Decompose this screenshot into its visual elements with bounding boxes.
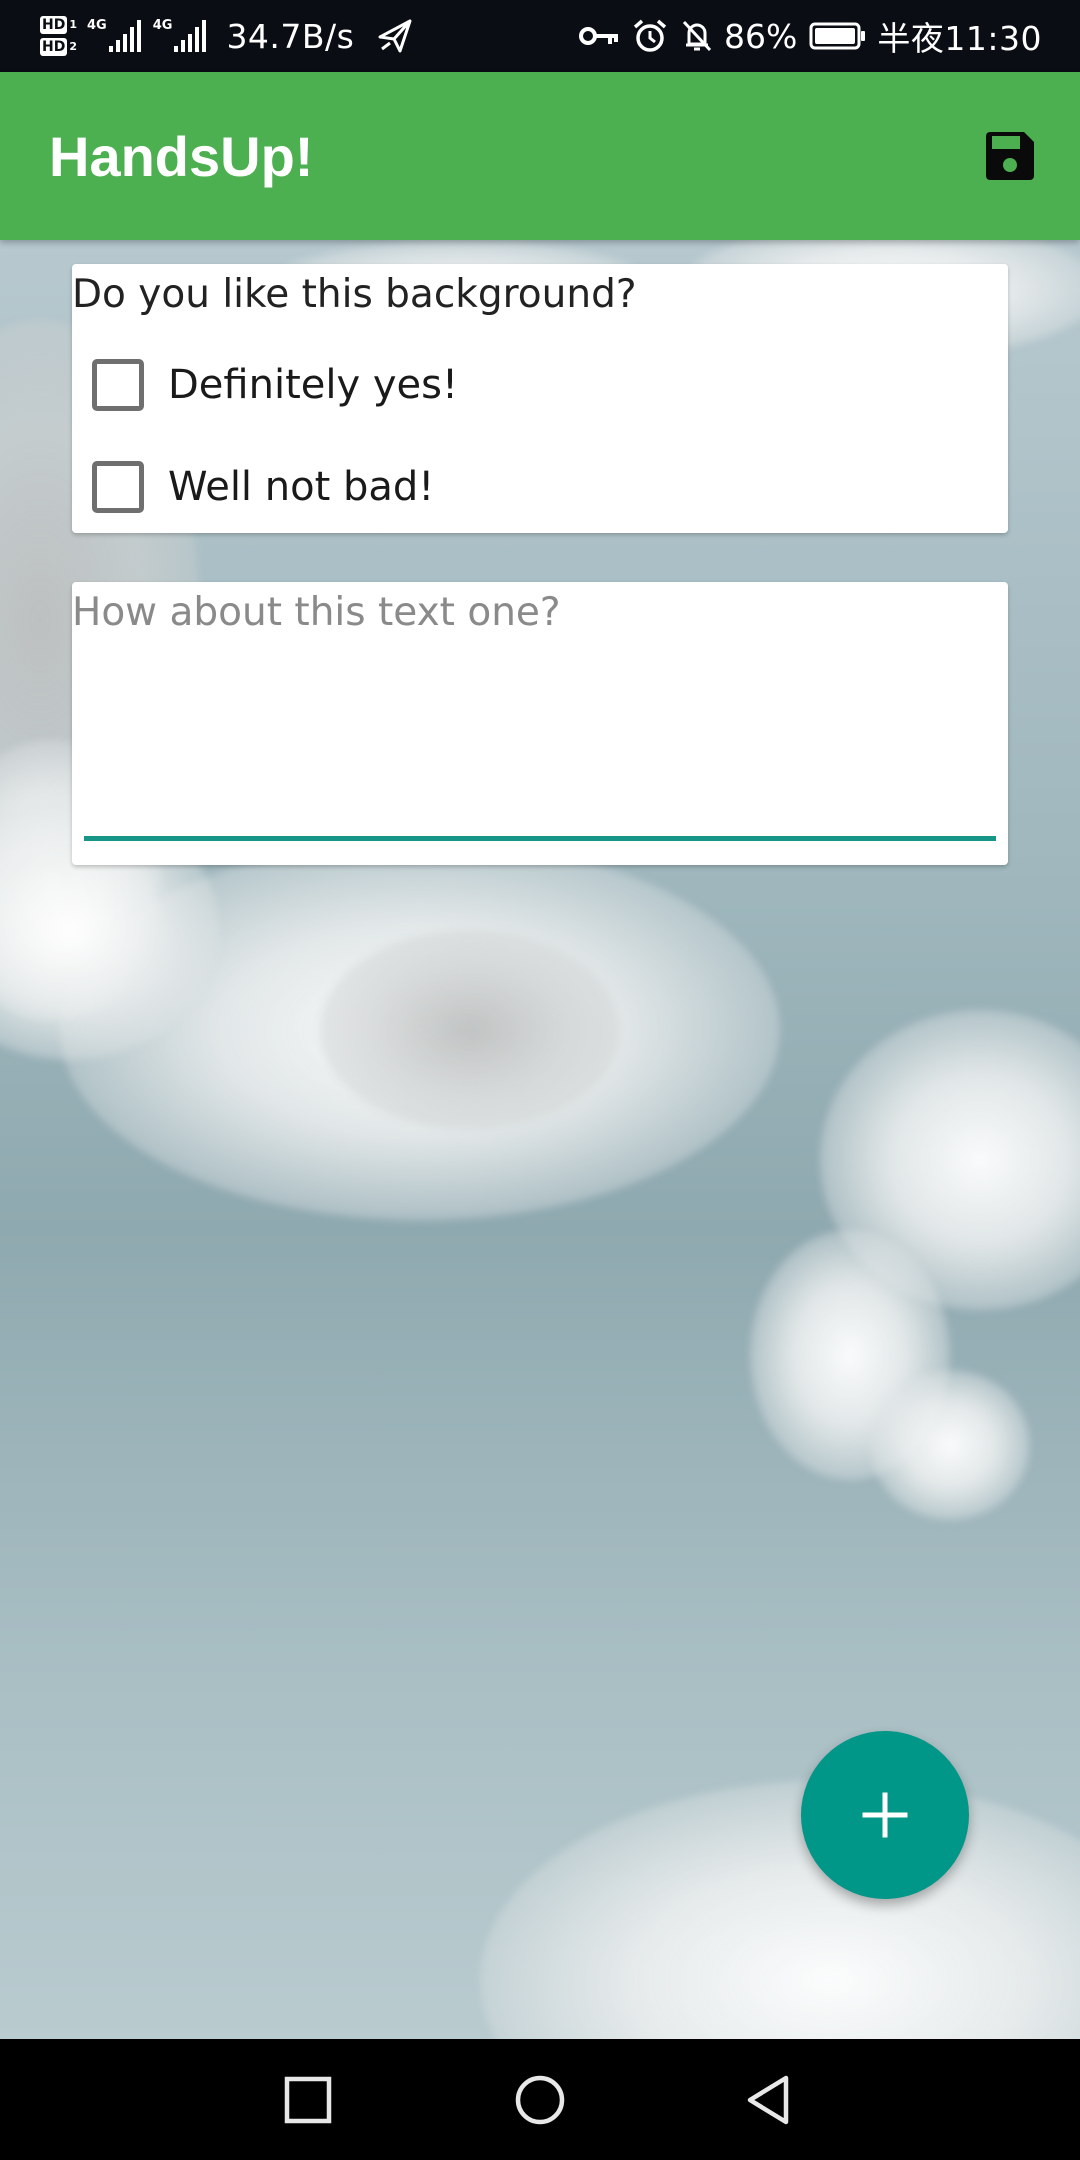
signal-icon bbox=[108, 20, 141, 52]
recent-apps-icon bbox=[284, 2076, 332, 2123]
system-nav-bar bbox=[0, 2039, 1080, 2160]
key-icon bbox=[579, 27, 619, 45]
signal-icon bbox=[174, 20, 207, 52]
hd-label: HD bbox=[40, 16, 68, 34]
checkbox-definitely-yes[interactable] bbox=[92, 359, 144, 411]
checkbox-well-not-bad[interactable] bbox=[92, 461, 144, 513]
option-well-not-bad[interactable]: Well not bad! bbox=[92, 457, 434, 517]
home-button[interactable] bbox=[480, 2039, 600, 2160]
text-answer-field[interactable] bbox=[72, 582, 1008, 832]
back-icon bbox=[747, 2075, 789, 2124]
hd-badge-1: HD 1 bbox=[40, 16, 77, 34]
status-bar-right: 86% 半夜11:30 bbox=[566, 0, 1042, 72]
save-icon bbox=[986, 132, 1034, 180]
option-label: Definitely yes! bbox=[168, 362, 459, 408]
cloud-decoration bbox=[870, 1370, 1030, 1520]
hd-indicators: HD 1 HD 2 bbox=[40, 16, 77, 56]
sim-number: 2 bbox=[69, 40, 77, 53]
network-type-2: 4G bbox=[152, 18, 173, 33]
text-field-underline bbox=[84, 836, 996, 841]
battery-icon bbox=[809, 22, 866, 50]
question-card: Do you like this background? Definitely … bbox=[72, 264, 1008, 533]
home-icon bbox=[515, 2075, 565, 2124]
status-bar-left: HD 1 HD 2 4G 4G 34.7B/s bbox=[40, 0, 414, 72]
back-button[interactable] bbox=[708, 2039, 828, 2160]
airplane-send-icon bbox=[378, 19, 412, 53]
alarm-icon bbox=[633, 19, 667, 52]
clock: 半夜11:30 bbox=[877, 19, 1042, 58]
add-button[interactable] bbox=[801, 1731, 969, 1899]
save-button[interactable] bbox=[974, 120, 1046, 192]
plus-icon bbox=[862, 1792, 908, 1838]
network-type-1: 4G bbox=[87, 18, 107, 33]
mute-icon bbox=[682, 20, 712, 52]
status-bar: HD 1 HD 2 4G 4G 34.7B/s 86% 半夜11:30 bbox=[0, 0, 1080, 72]
hd-badge-2: HD 2 bbox=[40, 38, 77, 56]
sim-number: 1 bbox=[69, 18, 77, 31]
hd-label: HD bbox=[40, 38, 68, 56]
app-title: HandsUp! bbox=[49, 124, 314, 188]
cloud-decoration bbox=[480, 1780, 1080, 2039]
app-bar: HandsUp! bbox=[0, 72, 1080, 240]
cloud-decoration bbox=[320, 930, 620, 1130]
option-definitely-yes[interactable]: Definitely yes! bbox=[92, 355, 458, 415]
option-label: Well not bad! bbox=[168, 464, 435, 510]
battery-percent: 86% bbox=[724, 16, 798, 56]
net-speed: 34.7B/s bbox=[226, 16, 355, 56]
text-card bbox=[72, 582, 1008, 865]
recent-apps-button[interactable] bbox=[248, 2039, 368, 2160]
question-title: Do you like this background? bbox=[72, 272, 637, 317]
